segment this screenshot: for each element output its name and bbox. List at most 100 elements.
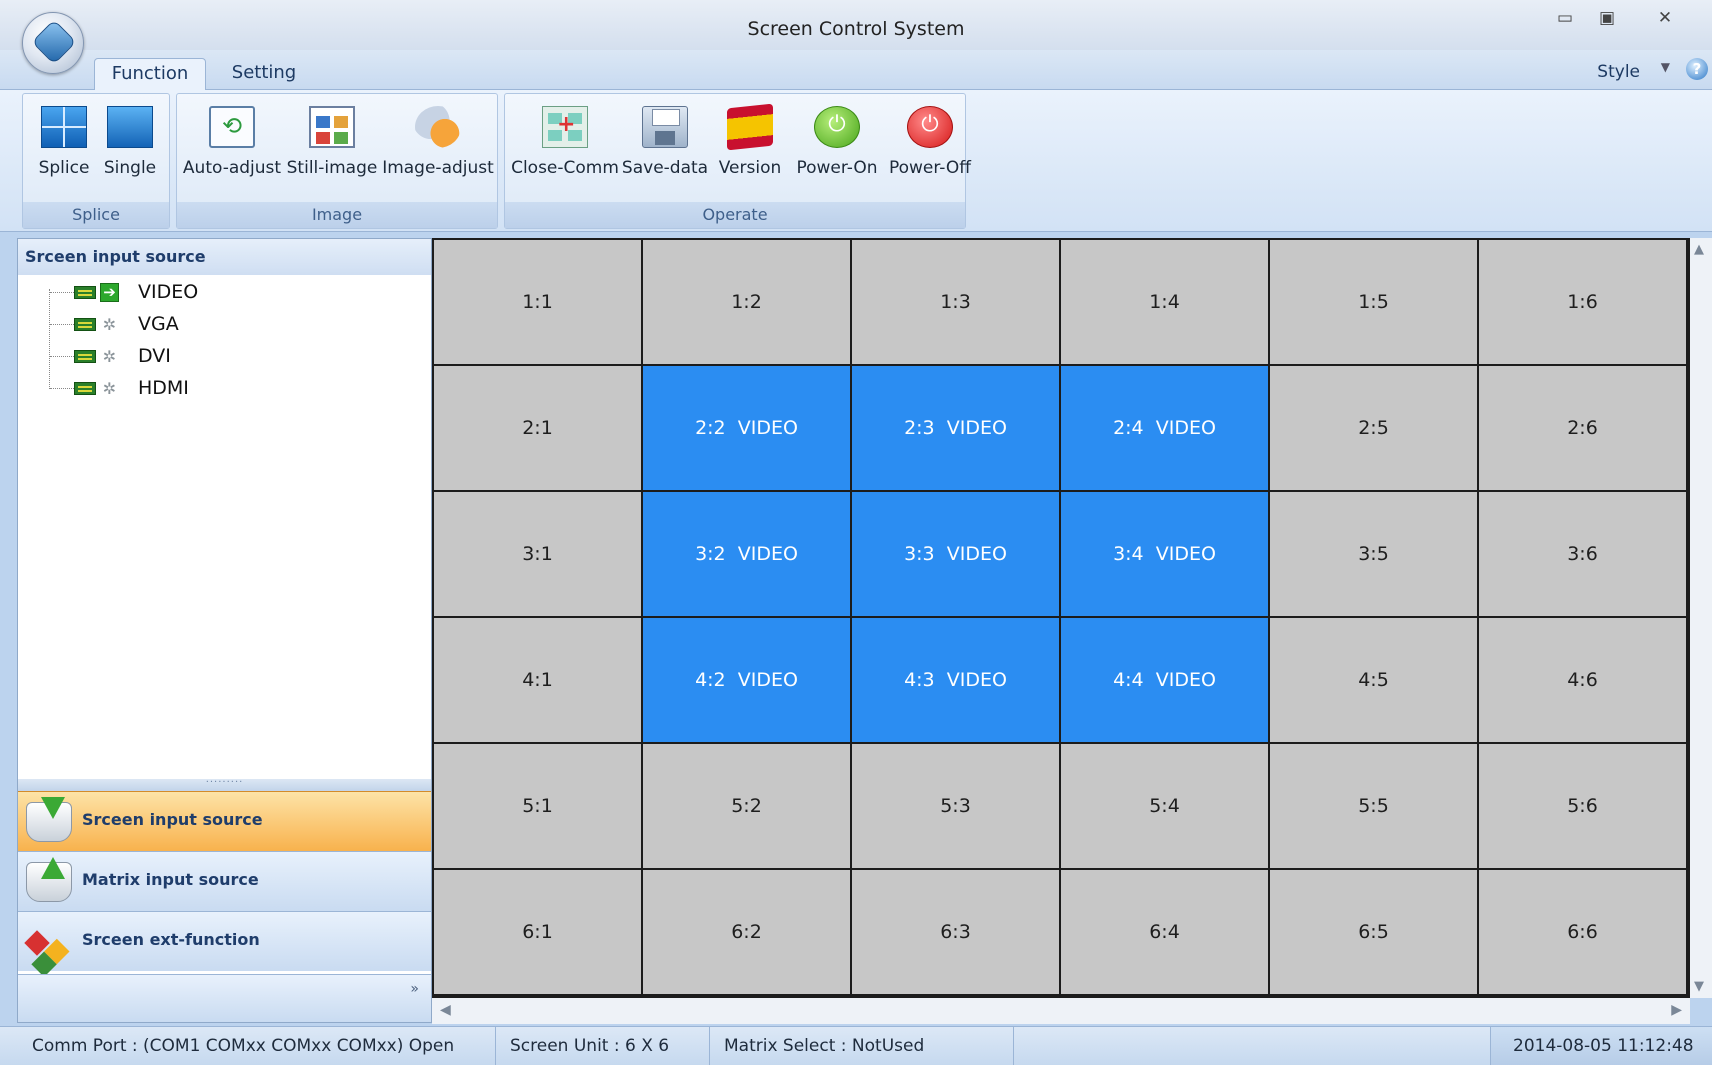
tree-branch: [50, 292, 76, 293]
chevron-down-icon[interactable]: ▼: [1661, 60, 1670, 74]
screen-cell-1-3[interactable]: 1:3: [852, 240, 1061, 366]
screen-cell-5-3[interactable]: 5:3: [852, 744, 1061, 870]
app-menu-orb-icon[interactable]: [22, 12, 84, 74]
screen-cell-4-5[interactable]: 4:5: [1270, 618, 1479, 744]
nav-screen-input-source[interactable]: Srceen input source: [18, 791, 431, 851]
group-label-splice: Splice: [23, 202, 169, 228]
tree-item-hdmi[interactable]: ✲ HDMI: [18, 374, 318, 402]
still-image-button[interactable]: Still-image: [287, 100, 377, 180]
minimize-icon[interactable]: ▭: [1548, 6, 1582, 30]
power-off-button[interactable]: Power-Off: [887, 100, 973, 180]
screen-cell-5-6[interactable]: 5:6: [1479, 744, 1688, 870]
tree-branch: [50, 388, 76, 389]
screen-cell-3-3[interactable]: 3:3 VIDEO: [852, 492, 1061, 618]
screen-cell-1-4[interactable]: 1:4: [1061, 240, 1270, 366]
scroll-up-icon[interactable]: ▲: [1694, 242, 1704, 257]
input-card-icon: ✲: [74, 379, 120, 398]
screen-cell-3-2[interactable]: 3:2 VIDEO: [643, 492, 852, 618]
scroll-down-icon[interactable]: ▼: [1694, 979, 1704, 994]
auto-adjust-button[interactable]: Auto-adjust: [183, 100, 281, 180]
tree-item-vga[interactable]: ✲ VGA: [18, 310, 318, 338]
inactive-plug-icon: ✲: [102, 379, 117, 398]
screen-cell-6-6[interactable]: 6:6: [1479, 870, 1688, 996]
power-off-label: Power-Off: [888, 158, 971, 178]
screen-cell-6-3[interactable]: 6:3: [852, 870, 1061, 996]
tree-item-video[interactable]: ➔ VIDEO: [18, 278, 318, 306]
tree-label-vga: VGA: [138, 313, 179, 335]
power-on-button[interactable]: Power-On: [795, 100, 879, 180]
ribbon-group-image: Auto-adjust Still-image Image-adjust Ima…: [176, 93, 498, 229]
panel-splitter[interactable]: ·········: [18, 778, 431, 791]
screen-cell-6-4[interactable]: 6:4: [1061, 870, 1270, 996]
inactive-plug-icon: ✲: [102, 315, 117, 334]
screen-cell-6-1[interactable]: 6:1: [434, 870, 643, 996]
screen-cell-3-5[interactable]: 3:5: [1270, 492, 1479, 618]
screen-cell-5-2[interactable]: 5:2: [643, 744, 852, 870]
screen-cell-4-6[interactable]: 4:6: [1479, 618, 1688, 744]
single-button[interactable]: Single: [103, 100, 157, 180]
flag-icon: [727, 103, 773, 151]
status-screen-unit: Screen Unit : 6 X 6: [496, 1027, 710, 1065]
scroll-left-icon[interactable]: ◀: [440, 1002, 451, 1018]
screen-cell-2-2[interactable]: 2:2 VIDEO: [643, 366, 852, 492]
screen-cell-2-1[interactable]: 2:1: [434, 366, 643, 492]
screen-cell-1-1[interactable]: 1:1: [434, 240, 643, 366]
screen-cell-6-2[interactable]: 6:2: [643, 870, 852, 996]
maximize-icon[interactable]: ▣: [1590, 6, 1624, 30]
tab-setting[interactable]: Setting: [216, 58, 312, 90]
auto-adjust-icon: [209, 106, 255, 148]
tree-label-dvi: DVI: [138, 345, 171, 367]
nav-screen-ext-function[interactable]: Srceen ext-function: [18, 911, 431, 971]
screen-cell-2-4[interactable]: 2:4 VIDEO: [1061, 366, 1270, 492]
screen-cell-5-5[interactable]: 5:5: [1270, 744, 1479, 870]
status-matrix-select: Matrix Select : NotUsed: [710, 1027, 1014, 1065]
image-adjust-button[interactable]: Image-adjust: [382, 100, 494, 180]
tree-branch: [50, 356, 76, 357]
chevron-double-right-icon[interactable]: »: [410, 981, 419, 997]
screen-cell-1-2[interactable]: 1:2: [643, 240, 852, 366]
screen-cell-5-1[interactable]: 5:1: [434, 744, 643, 870]
screen-cell-3-1[interactable]: 3:1: [434, 492, 643, 618]
scroll-right-icon[interactable]: ▶: [1671, 1002, 1682, 1018]
screen-cell-6-5[interactable]: 6:5: [1270, 870, 1479, 996]
input-card-icon: ✲: [74, 315, 120, 334]
horizontal-scrollbar[interactable]: ◀ ▶: [432, 998, 1690, 1024]
screen-cell-4-2[interactable]: 4:2 VIDEO: [643, 618, 852, 744]
title-bar: Screen Control System ▭ ▣ ✕: [0, 0, 1712, 50]
style-menu[interactable]: Style: [1597, 62, 1640, 82]
splice-button[interactable]: Splice: [37, 100, 91, 180]
tab-function[interactable]: Function: [94, 58, 206, 90]
power-on-label: Power-On: [796, 158, 878, 178]
screen-cell-2-6[interactable]: 2:6: [1479, 366, 1688, 492]
nav-matrix-input-source[interactable]: Matrix input source: [18, 851, 431, 911]
active-arrow-icon: ➔: [100, 283, 119, 302]
screen-cell-4-3[interactable]: 4:3 VIDEO: [852, 618, 1061, 744]
screen-cell-5-4[interactable]: 5:4: [1061, 744, 1270, 870]
screen-cell-2-5[interactable]: 2:5: [1270, 366, 1479, 492]
close-comm-button[interactable]: Close-Comm: [511, 100, 619, 180]
screen-cell-4-4[interactable]: 4:4 VIDEO: [1061, 618, 1270, 744]
image-adjust-label: Image-adjust: [382, 158, 494, 178]
auto-adjust-label: Auto-adjust: [182, 158, 282, 178]
save-data-button[interactable]: Save-data: [622, 100, 708, 180]
close-icon[interactable]: ✕: [1648, 6, 1682, 30]
power-off-icon: [907, 106, 953, 148]
screen-cell-1-5[interactable]: 1:5: [1270, 240, 1479, 366]
single-label: Single: [103, 158, 157, 178]
save-icon: [642, 106, 688, 148]
screen-cell-1-6[interactable]: 1:6: [1479, 240, 1688, 366]
ribbon: Splice Single Splice Auto-adjust Still-i…: [0, 90, 1712, 232]
splice-label: Splice: [38, 158, 90, 178]
screen-cell-2-3[interactable]: 2:3 VIDEO: [852, 366, 1061, 492]
screen-cell-3-4[interactable]: 3:4 VIDEO: [1061, 492, 1270, 618]
help-icon[interactable]: ?: [1686, 58, 1708, 80]
tree-item-dvi[interactable]: ✲ DVI: [18, 342, 318, 370]
screen-cell-3-6[interactable]: 3:6: [1479, 492, 1688, 618]
close-comm-icon: [542, 106, 588, 148]
window-title: Screen Control System: [747, 18, 965, 40]
cubes-icon: [26, 922, 72, 962]
vertical-scrollbar[interactable]: ▲ ▼: [1690, 238, 1712, 998]
screen-cell-4-1[interactable]: 4:1: [434, 618, 643, 744]
nav-overflow[interactable]: »: [18, 974, 431, 1022]
version-button[interactable]: Version: [713, 100, 787, 180]
